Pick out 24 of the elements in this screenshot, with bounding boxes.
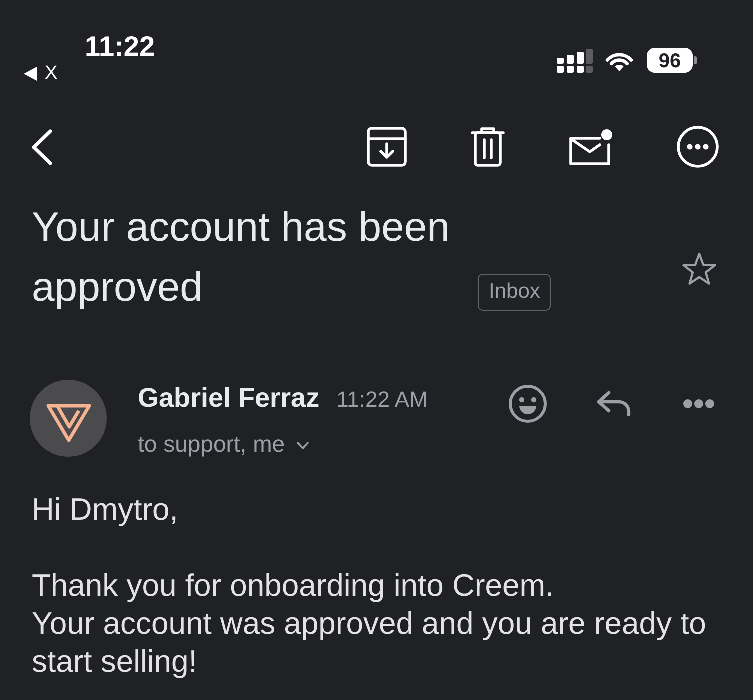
back-icon[interactable] [31, 128, 53, 166]
chevron-down-icon [297, 442, 310, 450]
battery-indicator: 96 [647, 48, 697, 73]
message-text: Your account was approved and you are ready to start selling! [32, 605, 708, 681]
sent-time: 11:22 AM [336, 386, 428, 414]
avatar-logo-icon [30, 380, 107, 457]
back-to-app-button[interactable]: X [24, 63, 58, 85]
message-text: Hi Dmytro, [32, 491, 180, 529]
status-time: 11:22 [85, 31, 156, 63]
star-icon[interactable] [681, 252, 718, 287]
archive-icon[interactable] [367, 127, 407, 167]
trash-icon[interactable] [471, 127, 505, 167]
more-dots-icon[interactable] [683, 399, 715, 409]
reply-icon[interactable] [596, 390, 632, 418]
sender-name: Gabriel Ferraz [138, 382, 320, 414]
email-subject: Your account has been approved [32, 203, 451, 312]
back-triangle-icon [24, 67, 37, 81]
emoji-icon[interactable] [508, 384, 548, 424]
recipients-button[interactable]: to support, me [138, 430, 310, 458]
inbox-label: Inbox [478, 274, 552, 310]
mail-dot-icon[interactable] [569, 128, 613, 166]
message-text: Thank you for onboarding into Creem. [32, 567, 556, 605]
more-icon[interactable] [677, 126, 719, 168]
signal-icon [557, 48, 593, 72]
